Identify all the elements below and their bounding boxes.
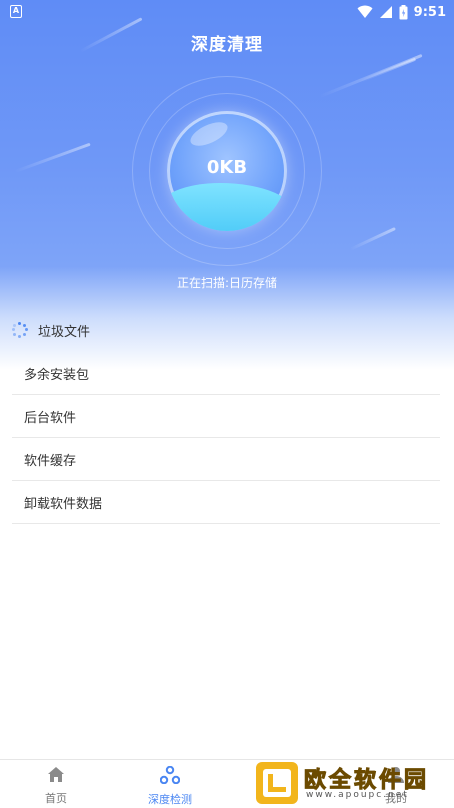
nav-item-deep-scan[interactable]: 深度检测 (130, 765, 210, 807)
watermark-logo-icon (256, 762, 298, 804)
scan-status-text: 正在扫描:日历存储 (176, 276, 278, 290)
list-item-redundant-packages[interactable]: 多余安装包 (12, 352, 440, 395)
watermark-url: www.apoupc.net (306, 790, 409, 800)
home-icon (48, 767, 64, 782)
scanned-size: 0KB (206, 157, 248, 178)
decor-streak (359, 57, 417, 83)
status-time: 9:51 (413, 4, 446, 20)
decor-streak (14, 142, 91, 173)
orb-shine (187, 117, 231, 151)
wifi-icon (357, 5, 373, 18)
junk-section-title: 垃圾文件 (38, 324, 91, 340)
scan-orb: 0KB (167, 111, 287, 231)
battery-icon (399, 4, 408, 19)
scan-hero: 0KB 正在扫描:日历存储 (0, 0, 454, 370)
list-item-app-cache[interactable]: 软件缓存 (12, 438, 440, 481)
decor-streak (349, 227, 396, 251)
nav-label-home: 首页 (45, 792, 67, 805)
status-bar: A 9:51 (0, 0, 454, 24)
deep-scan-icon (159, 765, 181, 785)
junk-section-header: 垃圾文件 (12, 318, 90, 342)
page-title: 深度清理 (191, 35, 263, 55)
loading-spinner-icon (12, 322, 28, 338)
orb-water (167, 183, 287, 231)
signal-icon (379, 6, 392, 18)
list-item-background-apps[interactable]: 后台软件 (12, 395, 440, 438)
junk-category-list: 多余安装包 后台软件 软件缓存 卸载软件数据 (12, 352, 440, 524)
status-icons: 9:51 (357, 2, 446, 22)
notification-icon: A (10, 5, 22, 18)
list-item-uninstalled-data[interactable]: 卸载软件数据 (12, 481, 440, 524)
nav-label-deep-scan: 深度检测 (148, 793, 192, 806)
nav-item-home[interactable]: 首页 (16, 766, 96, 806)
watermark-overlay: 欧全软件园 www.apoupc.net (256, 760, 452, 806)
